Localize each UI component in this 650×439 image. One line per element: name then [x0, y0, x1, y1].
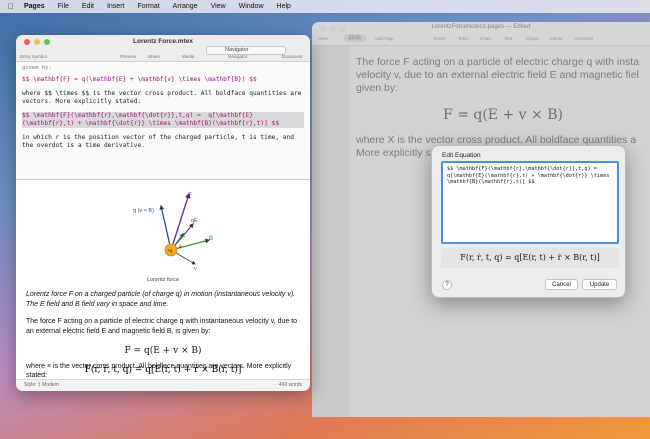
diagram-caption: Lorentz force [146, 277, 180, 283]
menu-bar:  Pages File Edit Insert Format Arrange … [0, 0, 650, 13]
label-qvb: q (v × B) [133, 208, 154, 214]
menu-arrange[interactable]: Arrange [173, 3, 198, 10]
word-count: 460 words [278, 382, 302, 388]
equation-preview: F(r, ṙ, t, q) = q[E(r, t) + ṙ × B(r, t)] [441, 248, 619, 268]
toolbar-media[interactable]: Media [550, 36, 562, 41]
equation-text-field[interactable]: $$ \mathbf{F}(\mathbf{r},\mathbf{\dot{r}… [441, 161, 619, 244]
toolbar-entry-symbol[interactable]: Entry Symbol [20, 54, 47, 59]
qvb-vector [159, 204, 172, 251]
style-label[interactable]: Style: ‡ Modern [24, 380, 59, 391]
menu-insert[interactable]: Insert [107, 3, 125, 10]
toolbar-shape[interactable]: Shape [526, 36, 539, 41]
apple-icon[interactable]:  [8, 2, 14, 11]
force-vector [170, 192, 191, 251]
source-line: in which r is the position vector of the… [22, 134, 298, 149]
toolbar-media[interactable]: Media [182, 54, 194, 59]
label-theta: θ [179, 244, 182, 249]
update-button[interactable]: Update [582, 279, 617, 290]
toolbar-text[interactable]: Text [504, 36, 512, 41]
preview-equation-1: F = q(E + v × B) [124, 346, 202, 356]
help-button[interactable]: ? [442, 280, 452, 290]
toolbar-table[interactable]: Table [458, 36, 469, 41]
menu-edit[interactable]: Edit [82, 3, 94, 10]
menu-help[interactable]: Help [277, 3, 291, 10]
preview-pane: F q (v × B) qE E B v +q θ Lorentz force … [16, 180, 310, 379]
toolbar-view[interactable]: View [318, 36, 328, 41]
preview-paragraph-1: The force F acting on a particle of elec… [26, 318, 298, 335]
toolbar-chart[interactable]: Chart [480, 36, 491, 41]
source-line: $$ \mathbf{F} = q(\mathbf{E} + \mathbf{v… [22, 76, 257, 83]
figure-caption: Lorentz force F on a charged particle (o… [26, 291, 296, 308]
preview-equation-2: F(r, ṙ, t, q) = q[E(r, t) + ṙ × B(r, t)] [84, 365, 242, 375]
toolbar-document[interactable]: Document [282, 54, 303, 59]
label-qe: qE [191, 218, 198, 224]
source-editor[interactable]: given by: $$ \mathbf{F} = q(\mathbf{E} +… [16, 62, 310, 180]
dialog-title: Edit Equation [442, 152, 481, 159]
navigator-select[interactable]: Navigator [206, 46, 286, 55]
lorentz-force-diagram: F q (v × B) qE E B v +q θ [133, 192, 213, 272]
doc-equation-1[interactable]: F = q(E + v × B) [356, 108, 650, 122]
label-v: v [194, 266, 197, 272]
source-line: given by: [22, 65, 52, 71]
toolbar-preview[interactable]: Preview [120, 54, 136, 59]
edit-equation-dialog: Edit Equation $$ \mathbf{F}(\mathbf{r},\… [431, 145, 626, 298]
source-line: where $$ \times $$ is the vector cross p… [22, 90, 306, 105]
pages-titlebar: LorentzForceNotes1.pages — Edited 150% V… [312, 22, 650, 46]
doc-paragraph-1: The force F acting on a particle of elec… [356, 56, 640, 94]
label-f: F [188, 193, 192, 199]
menu-app[interactable]: Pages [24, 3, 45, 10]
editor-window-title: Lorentz Force.mtex [133, 38, 193, 45]
editor-titlebar: Lorentz Force.mtex Entry Symbol Preview … [16, 35, 310, 62]
label-q: +q [167, 248, 173, 253]
menu-window[interactable]: Window [239, 3, 264, 10]
cancel-button[interactable]: Cancel [545, 279, 578, 290]
status-bar: Style: ‡ Modern 460 words [16, 379, 310, 391]
toolbar-share[interactable]: Share [148, 54, 160, 59]
menu-file[interactable]: File [58, 3, 69, 10]
editor-window: Lorentz Force.mtex Entry Symbol Preview … [16, 35, 310, 391]
toolbar-comment[interactable]: Comment [574, 36, 594, 41]
pages-window-title: LorentzForceNotes1.pages — Edited [431, 24, 531, 30]
label-b: B [209, 236, 213, 242]
source-line-selected: $$ \mathbf{F}(\mathbf{r},\mathbf{\dot{r}… [22, 112, 304, 128]
menu-view[interactable]: View [211, 3, 226, 10]
label-e: E [182, 233, 186, 239]
toolbar-add-page[interactable]: Add Page [374, 36, 394, 41]
toolbar-zoom[interactable]: Zoom [348, 36, 360, 41]
menu-format[interactable]: Format [137, 3, 159, 10]
toolbar-insert[interactable]: Insert [434, 36, 445, 41]
